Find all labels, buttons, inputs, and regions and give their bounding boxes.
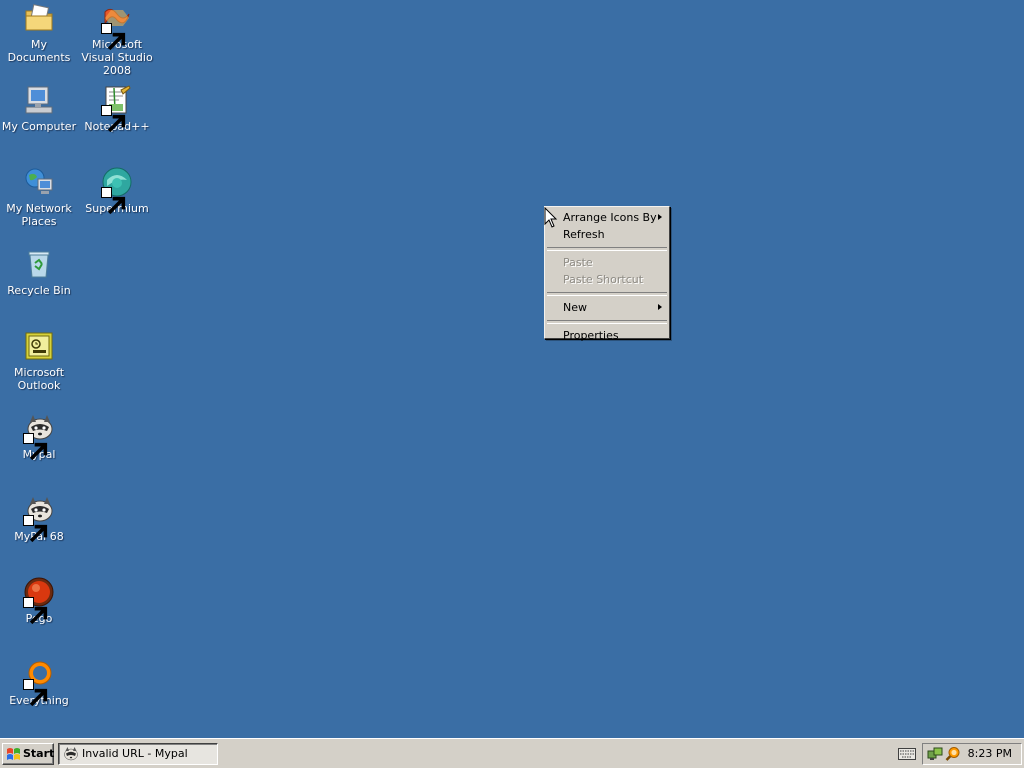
menu-item-label: Properties xyxy=(563,329,619,342)
taskbar-clock[interactable]: 8:23 PM xyxy=(968,744,1012,764)
menu-item-label: Arrange Icons By xyxy=(563,211,657,224)
shortcut-arrow-icon xyxy=(23,433,48,461)
desktop-icon-everything[interactable]: Everything xyxy=(0,656,78,707)
desktop-icon-pego[interactable]: Pego xyxy=(0,574,78,625)
desktop-icon-label: My Network Places xyxy=(6,202,72,228)
menu-separator xyxy=(547,292,667,296)
desktop-icon-label: My Computer xyxy=(1,120,77,133)
desktop-icon-microsoft-outlook[interactable]: Microsoft Outlook xyxy=(0,328,78,392)
search-tray-icon[interactable] xyxy=(945,746,961,762)
menu-item-paste: Paste xyxy=(545,254,669,271)
shortcut-arrow-icon xyxy=(101,187,126,215)
menu-item-arrange-icons-by[interactable]: Arrange Icons By xyxy=(545,209,669,226)
taskbar: Start Invalid URL - Mypal 8:23 PM xyxy=(0,738,1024,768)
menu-item-paste-shortcut: Paste Shortcut xyxy=(545,271,669,288)
mypal-raccoon-icon xyxy=(23,412,55,461)
system-tray: 8:23 PM xyxy=(922,743,1022,765)
desktop-icon-my-computer[interactable]: My Computer xyxy=(0,82,78,133)
menu-separator xyxy=(547,320,667,324)
mypal68-raccoon-icon xyxy=(23,494,55,543)
menu-item-label: Paste xyxy=(563,256,593,269)
shortcut-arrow-icon xyxy=(101,105,126,133)
supermium-icon xyxy=(101,166,133,215)
desktop-icon-notepad-plus-plus[interactable]: Notepad++ xyxy=(78,82,156,133)
menu-item-label: Paste Shortcut xyxy=(563,273,644,286)
shortcut-arrow-icon xyxy=(23,597,48,625)
menu-item-new[interactable]: New xyxy=(545,299,669,316)
menu-item-label: Refresh xyxy=(563,228,605,241)
menu-item-label: New xyxy=(563,301,587,314)
taskbar-button-mypal[interactable]: Invalid URL - Mypal xyxy=(58,743,218,765)
menu-separator xyxy=(547,247,667,251)
notepad-plus-plus-icon xyxy=(101,84,133,133)
network-tray-icon[interactable] xyxy=(927,746,943,762)
desktop-icon-microsoft-visual-studio-2008[interactable]: Microsoft Visual Studio 2008 xyxy=(78,0,156,77)
recycle-bin-icon xyxy=(23,248,55,280)
submenu-arrow-icon xyxy=(658,304,662,310)
pego-icon xyxy=(23,576,55,625)
desktop-icon-supermium[interactable]: Supermium xyxy=(78,164,156,215)
submenu-arrow-icon xyxy=(658,214,662,220)
desktop-context-menu: Arrange Icons By Refresh Paste Paste Sho… xyxy=(544,206,670,342)
desktop-icon-my-network-places[interactable]: My Network Places xyxy=(0,164,78,228)
start-button[interactable]: Start xyxy=(2,743,54,765)
desktop-icon-mypal-68[interactable]: MyPal 68 xyxy=(0,492,78,543)
taskbar-button-label: Invalid URL - Mypal xyxy=(82,747,188,760)
folder-documents-icon xyxy=(23,2,55,34)
menu-item-properties[interactable]: Properties xyxy=(545,327,669,344)
network-places-icon xyxy=(23,166,55,198)
menu-item-refresh[interactable]: Refresh xyxy=(545,226,669,243)
shortcut-arrow-icon xyxy=(23,679,48,707)
desktop-icon-mypal[interactable]: Mypal xyxy=(0,410,78,461)
windows-flag-icon xyxy=(7,748,20,760)
shortcut-arrow-icon xyxy=(23,515,48,543)
computer-icon xyxy=(23,84,55,116)
outlook-icon xyxy=(23,330,55,362)
mouse-pointer-icon xyxy=(544,207,558,228)
desktop[interactable]: My Documents My Computer My Network Plac… xyxy=(0,0,1024,738)
desktop-icon-recycle-bin[interactable]: Recycle Bin xyxy=(0,246,78,297)
start-label: Start xyxy=(23,747,55,760)
desktop-icon-my-documents[interactable]: My Documents xyxy=(0,0,78,64)
desktop-icon-label: Recycle Bin xyxy=(7,284,71,297)
desktop-icon-label: My Documents xyxy=(7,38,71,64)
keyboard-icon[interactable] xyxy=(898,748,916,760)
shortcut-arrow-icon xyxy=(101,23,126,51)
visual-studio-icon xyxy=(101,2,133,51)
desktop-icon-label: Microsoft Outlook xyxy=(13,366,65,392)
mypal-raccoon-icon xyxy=(64,747,78,761)
everything-search-icon xyxy=(23,658,55,707)
